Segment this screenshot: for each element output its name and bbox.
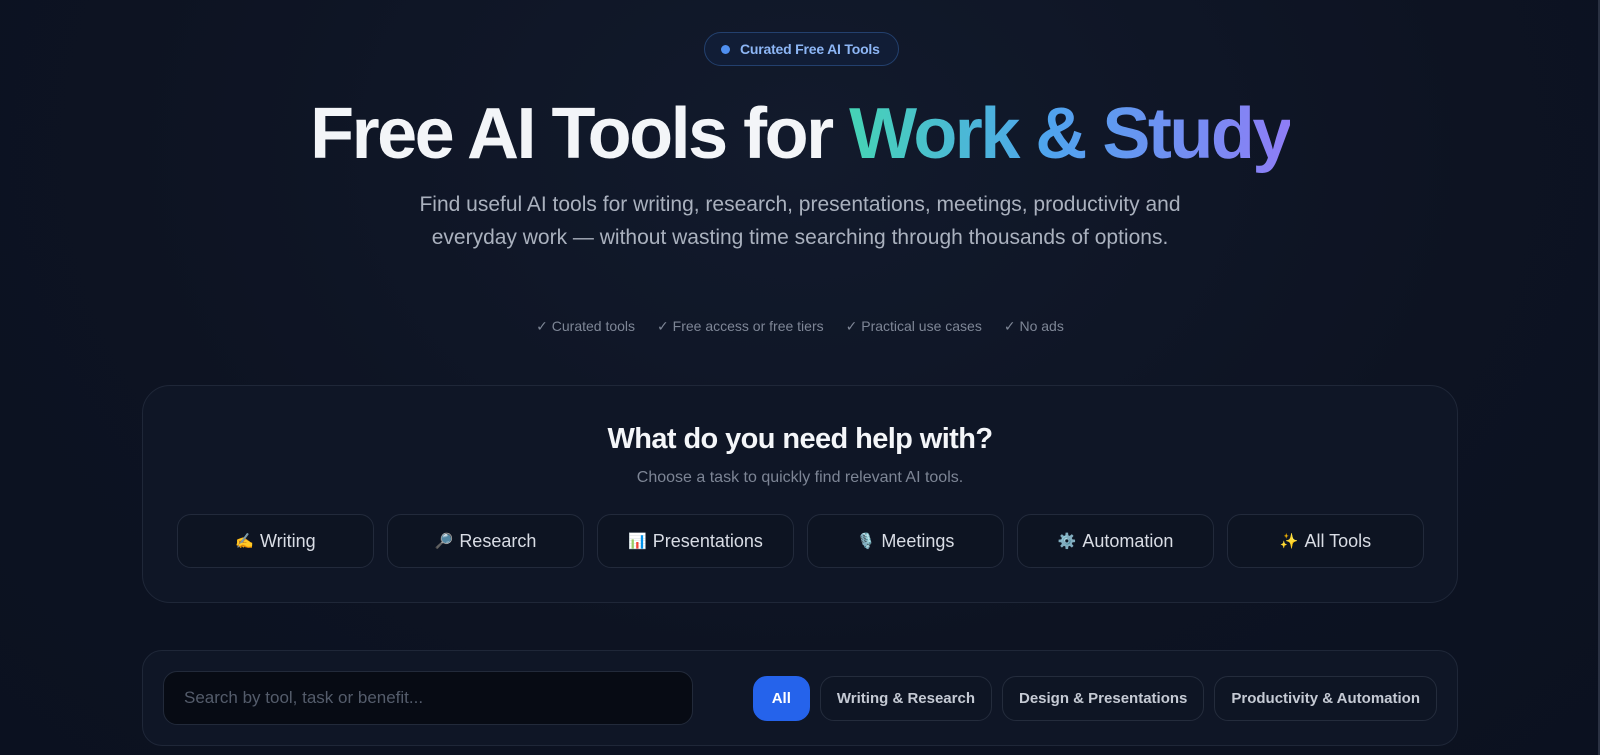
task-label: Writing <box>260 530 316 551</box>
check-item-curated: ✓ Curated tools <box>536 318 636 334</box>
task-button-presentations[interactable]: 📊 Presentations <box>597 514 794 568</box>
tool-filter-bar: All Writing & Research Design & Presenta… <box>142 650 1458 746</box>
task-finder-subtitle: Choose a task to quickly find relevant A… <box>636 469 964 486</box>
bar-chart-icon: 📊 <box>628 533 647 550</box>
check-item-practical: ✓ Practical use cases <box>845 318 982 334</box>
curated-badge: Curated Free AI Tools <box>704 32 899 66</box>
hero-title: Free AI Tools for Work & Study <box>0 90 1600 178</box>
writing-hand-icon: ✍️ <box>235 533 254 550</box>
landing-page: Curated Free AI Tools Free AI Tools for … <box>0 0 1600 755</box>
task-label: Presentations <box>652 530 763 551</box>
magnifier-icon: 🔎 <box>434 533 454 550</box>
task-button-writing[interactable]: ✍️ Writing <box>177 514 374 568</box>
task-finder-card: What do you need help with? Choose a tas… <box>142 385 1458 603</box>
category-pill-all[interactable]: All <box>752 676 810 721</box>
task-button-all-tools[interactable]: ✨ All Tools <box>1227 514 1424 568</box>
badge-dot-icon <box>721 44 730 54</box>
category-filters: All Writing & Research Design & Presenta… <box>752 676 1437 721</box>
feature-checklist: ✓ Curated tools ✓ Free access or free ti… <box>0 318 1600 335</box>
check-item-no-ads: ✓ No ads <box>1003 318 1064 334</box>
category-pill-design-presentations[interactable]: Design & Presentations <box>1001 676 1205 721</box>
task-label: Automation <box>1082 530 1174 551</box>
task-buttons: ✍️ Writing 🔎 Research 📊 Presentations 🎙️… <box>177 514 1424 568</box>
search-input[interactable] <box>163 671 693 725</box>
gear-icon: ⚙️ <box>1057 533 1077 550</box>
task-label: Research <box>459 530 537 551</box>
hero-title-accent: Work & Study <box>849 94 1292 174</box>
task-button-automation[interactable]: ⚙️ Automation <box>1017 514 1214 568</box>
task-button-research[interactable]: 🔎 Research <box>387 514 584 568</box>
check-item-free: ✓ Free access or free tiers <box>657 318 824 334</box>
task-button-meetings[interactable]: 🎙️ Meetings <box>807 514 1004 568</box>
task-label: All Tools <box>1304 530 1372 551</box>
category-pill-writing-research[interactable]: Writing & Research <box>819 676 992 721</box>
task-label: Meetings <box>881 530 955 551</box>
hero-title-plain: Free AI Tools for <box>310 94 850 174</box>
sparkles-icon: ✨ <box>1279 533 1299 550</box>
microphone-icon: 🎙️ <box>856 533 876 550</box>
badge-label: Curated Free AI Tools <box>740 41 880 57</box>
task-finder-title: What do you need help with? <box>607 423 994 455</box>
category-pill-productivity-automation[interactable]: Productivity & Automation <box>1214 676 1437 721</box>
hero-subtitle: Find useful AI tools for writing, resear… <box>419 193 1181 249</box>
